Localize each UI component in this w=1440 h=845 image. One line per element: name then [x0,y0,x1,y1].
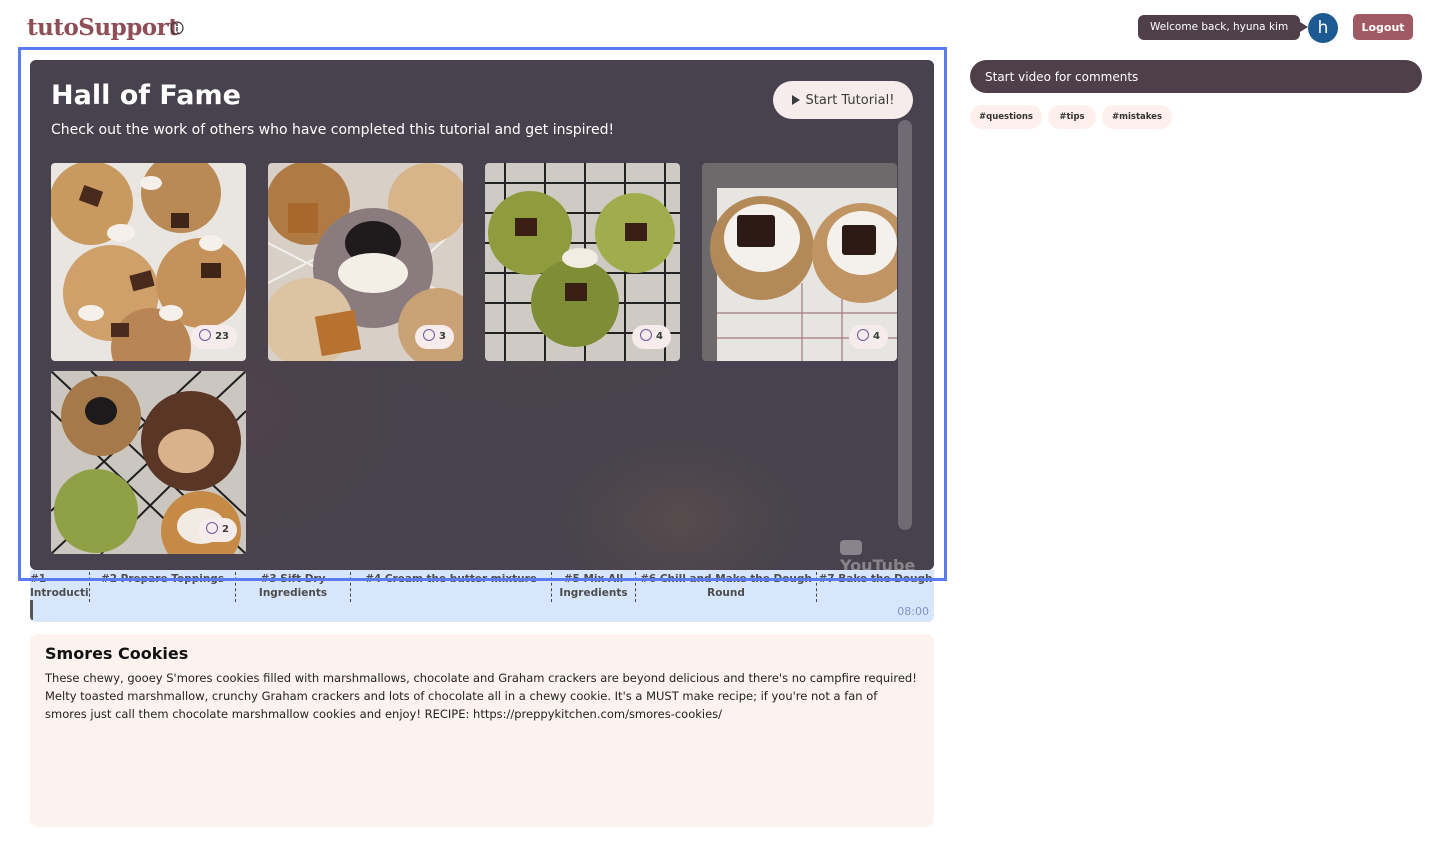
gallery-scrollbar[interactable] [898,120,912,530]
clap-icon [199,329,212,341]
like-badge[interactable]: 4 [849,325,888,349]
like-badge[interactable]: 3 [415,325,454,349]
tutorial-title: Smores Cookies [45,644,189,663]
youtube-icon [840,540,862,555]
app-logo[interactable]: tutoSupport [27,14,179,41]
chapter-marker[interactable]: #6 Chill and Make the Dough Round [636,572,817,602]
gallery-card[interactable]: 3 [268,163,463,361]
youtube-watermark: YouTube [840,537,934,570]
gallery-card[interactable]: 4 [485,163,680,361]
like-badge[interactable]: 2 [198,518,237,542]
like-count: 4 [873,331,880,342]
chapter-marker[interactable]: #2 Prepare Toppings [90,572,236,602]
start-video-comments-button[interactable]: Start video for comments [970,60,1422,93]
avatar[interactable]: h [1308,13,1338,43]
tutorial-description: Smores Cookies These chewy, gooey S'more… [30,634,934,827]
youtube-label: YouTube [840,556,916,570]
chapter-marker[interactable]: #3 Sift Dry Ingredients [236,572,351,602]
tutorial-description-text: These chewy, gooey S'mores cookies fille… [45,671,917,721]
like-count: 2 [222,524,229,535]
info-icon[interactable] [170,21,184,35]
hall-of-fame-title: Hall of Fame [51,80,241,111]
playhead[interactable] [30,600,33,620]
chapter-marker[interactable]: #7 Bake the Dough [817,572,934,602]
tag-tips[interactable]: #tips [1048,105,1096,129]
welcome-message: Welcome back, hyuna kim [1138,15,1309,40]
play-icon [791,95,800,105]
tag-mistakes[interactable]: #mistakes [1102,105,1172,129]
like-count: 4 [656,331,663,342]
like-badge[interactable]: 4 [632,325,671,349]
video-duration: 08:00 [897,605,929,618]
chapter-marker[interactable]: #5 Mix All Ingredients [552,572,636,602]
like-badge[interactable]: 23 [191,325,237,349]
start-tutorial-label: Start Tutorial! [805,92,895,108]
clap-icon [640,329,653,341]
start-tutorial-button[interactable]: Start Tutorial! [773,81,913,119]
hall-of-fame-subtitle: Check out the work of others who have co… [51,122,615,138]
chapter-marker[interactable]: #1 Introduction [30,572,90,602]
chapter-marker[interactable]: #4 Cream the butter mixture [351,572,552,602]
logout-button[interactable]: Logout [1353,14,1413,40]
clap-icon [206,522,219,534]
tag-questions[interactable]: #questions [970,105,1042,129]
like-count: 23 [215,331,229,342]
gallery-card[interactable]: 23 [51,163,246,361]
gallery-card[interactable]: 4 [702,163,897,361]
clap-icon [857,329,870,341]
clap-icon [423,329,436,341]
chapter-timeline[interactable]: #1 Introduction #2 Prepare Toppings #3 S… [30,570,934,622]
video-player[interactable]: Hall of Fame Check out the work of other… [30,60,934,570]
like-count: 3 [439,331,446,342]
gallery-card[interactable]: 2 [51,371,246,554]
